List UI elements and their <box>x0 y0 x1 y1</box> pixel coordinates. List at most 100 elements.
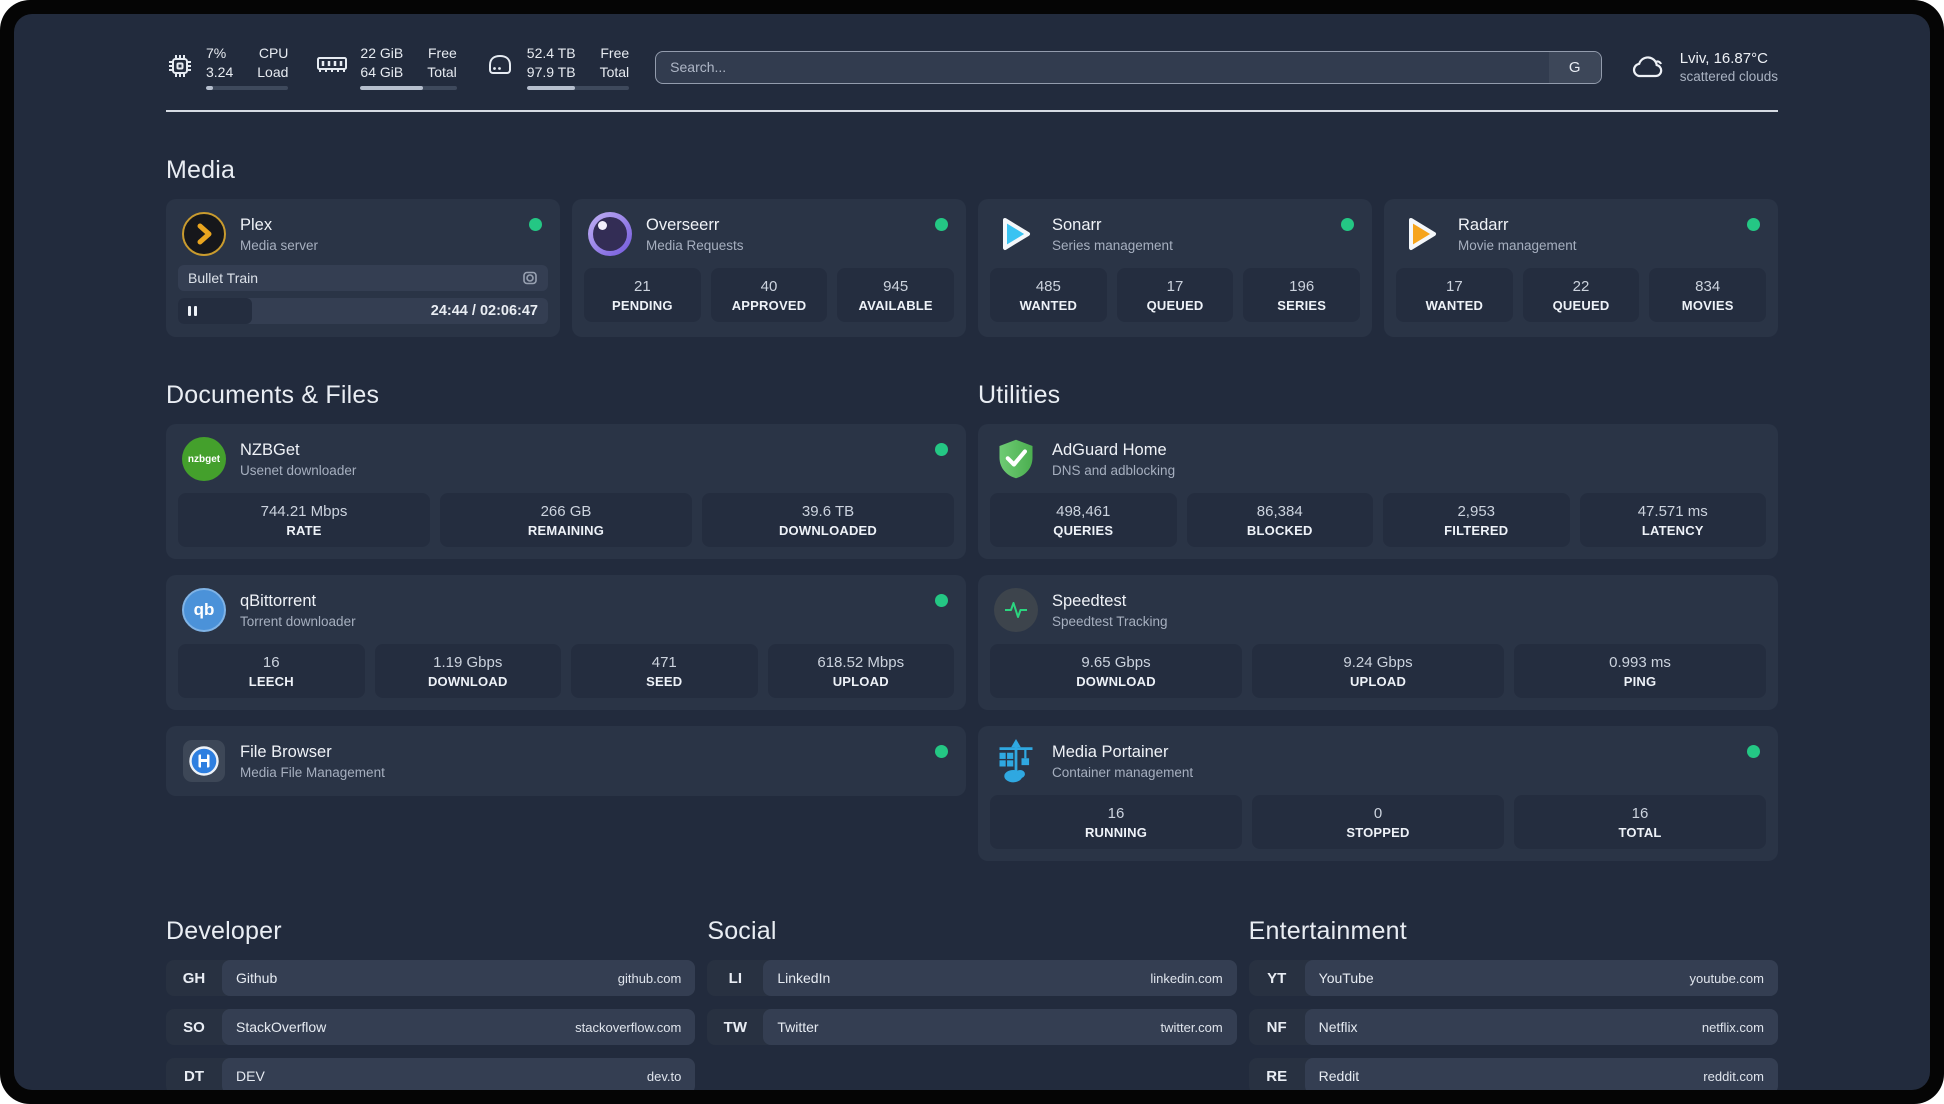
bookmark-url: dev.to <box>646 1068 682 1084</box>
cpu-progress-bar <box>206 85 289 90</box>
bookmark-tag: YT <box>1267 969 1287 987</box>
section-title-utilities: Utilities <box>978 381 1061 409</box>
bookmark-github[interactable]: GH Github github.com <box>166 960 696 996</box>
overseerr-subtitle: Media Requests <box>646 237 744 253</box>
bookmark-tag: SO <box>183 1018 205 1036</box>
stat-queued: 22 QUEUED <box>1522 268 1640 322</box>
adguard-title: AdGuard Home <box>1052 440 1167 459</box>
cpu-icon <box>166 52 194 80</box>
nzbget-subtitle: Usenet downloader <box>240 462 357 478</box>
overseerr-status-dot <box>935 218 948 231</box>
bookmark-name: Github <box>236 970 278 986</box>
stat-series: 196 SERIES <box>1243 268 1361 322</box>
bookmark-column-developer: Developer GH Github github.com SO StackOv… <box>166 875 696 1090</box>
bookmark-stackoverflow[interactable]: SO StackOverflow stackoverflow.com <box>166 1009 696 1045</box>
speedtest-card[interactable]: Speedtest Speedtest Tracking 9.65 Gbps DO… <box>978 575 1778 710</box>
bookmark-tag: GH <box>182 969 206 987</box>
bookmark-url: netflix.com <box>1701 1019 1764 1035</box>
camera-icon[interactable] <box>522 270 538 286</box>
plex-status-dot <box>529 218 542 231</box>
bookmark-youtube[interactable]: YT YouTube youtube.com <box>1248 960 1778 996</box>
speedtest-icon <box>994 588 1038 632</box>
disk-icon <box>485 52 515 78</box>
qbittorrent-card[interactable]: qb qBittorrent Torrent downloader 16 LEEC… <box>166 575 966 710</box>
bookmark-url: github.com <box>617 970 682 986</box>
top-bar: 7% 3.24 CPU Load 22 GiB 64 GiB Free Tota… <box>166 38 1778 96</box>
plex-card[interactable]: Plex Media server Bullet Train 24:44 / 0… <box>166 199 560 337</box>
radarr-title: Radarr <box>1458 215 1509 234</box>
ram-labels: Free Total <box>427 45 457 80</box>
ram-progress-bar <box>360 85 457 90</box>
plex-icon <box>182 212 226 256</box>
stat-remaining: 266 GB REMAINING <box>440 493 692 547</box>
stat-running: 16 RUNNING <box>990 795 1242 849</box>
filebrowser-status-dot <box>935 745 948 758</box>
bookmark-reddit[interactable]: RE Reddit reddit.com <box>1248 1058 1778 1090</box>
overseerr-title: Overseerr <box>646 215 720 234</box>
bookmark-dev[interactable]: DT DEV dev.to <box>166 1058 696 1090</box>
media-card-row: Plex Media server Bullet Train 24:44 / 0… <box>166 199 1778 337</box>
filebrowser-icon <box>182 739 226 783</box>
weather-widget: Lviv, 16.87°C scattered clouds <box>1628 50 1778 84</box>
disk-values: 52.4 TB 97.9 TB <box>526 45 576 80</box>
bookmark-twitter[interactable]: TW Twitter twitter.com <box>707 1009 1237 1045</box>
stat-upload: 618.52 Mbps UPLOAD <box>767 644 954 698</box>
qbittorrent-icon: qb <box>182 588 226 632</box>
cpu-stat-group: 7% 3.24 CPU Load <box>166 44 289 90</box>
sonarr-subtitle: Series management <box>1052 237 1173 253</box>
portainer-subtitle: Container management <box>1052 764 1194 780</box>
stat-download: 1.19 Gbps DOWNLOAD <box>374 644 561 698</box>
bookmark-netflix[interactable]: NF Netflix netflix.com <box>1248 1009 1778 1045</box>
plex-seek-played <box>178 298 252 324</box>
stat-upload: 9.24 Gbps UPLOAD <box>1252 644 1504 698</box>
search-input[interactable] <box>656 51 1549 83</box>
nzbget-title: NZBGet <box>240 440 300 459</box>
search-bar: G <box>655 50 1602 84</box>
qbittorrent-subtitle: Torrent downloader <box>240 613 356 629</box>
pause-icon[interactable] <box>188 306 197 316</box>
bookmark-linkedin[interactable]: LI LinkedIn linkedin.com <box>707 960 1237 996</box>
sonarr-card[interactable]: Sonarr Series management 485 WANTED 17 QUE… <box>978 199 1372 337</box>
stat-latency: 47.571 ms LATENCY <box>1579 493 1766 547</box>
filebrowser-title: File Browser <box>240 742 332 761</box>
radarr-subtitle: Movie management <box>1458 237 1577 253</box>
disk-stat-group: 52.4 TB 97.9 TB Free Total <box>485 44 630 90</box>
search-engine-button[interactable]: G <box>1548 51 1601 83</box>
overseerr-icon <box>588 212 632 256</box>
overseerr-card[interactable]: Overseerr Media Requests 21 PENDING 40 APP… <box>572 199 966 337</box>
header-divider <box>166 110 1778 112</box>
plex-seek-bar[interactable]: 24:44 / 02:06:47 <box>178 298 548 324</box>
bookmark-tag: NF <box>1266 1018 1287 1036</box>
qbittorrent-status-dot <box>935 594 948 607</box>
bookmark-name: Reddit <box>1318 1068 1360 1084</box>
cpu-values: 7% 3.24 <box>206 45 234 80</box>
stat-ping: 0.993 ms PING <box>1514 644 1766 698</box>
stat-movies: 834 MOVIES <box>1649 268 1767 322</box>
filebrowser-card[interactable]: File Browser Media File Management <box>166 726 966 796</box>
nzbget-card[interactable]: nzbget NZBGet Usenet downloader 744.21 M… <box>166 424 966 559</box>
stat-total: 16 TOTAL <box>1514 795 1766 849</box>
stat-downloaded: 39.6 TB DOWNLOADED <box>702 493 954 547</box>
cloud-icon <box>1628 52 1668 82</box>
stat-seed: 471 SEED <box>571 644 758 698</box>
sonarr-status-dot <box>1341 218 1354 231</box>
bookmark-name: YouTube <box>1318 970 1374 986</box>
bookmark-name: DEV <box>236 1068 265 1084</box>
sonarr-title: Sonarr <box>1052 215 1102 234</box>
portainer-status-dot <box>1747 745 1760 758</box>
section-title-media: Media <box>166 156 236 184</box>
adguard-card[interactable]: AdGuard Home DNS and adblocking 498,461 Q… <box>978 424 1778 559</box>
bookmark-url: youtube.com <box>1689 970 1764 986</box>
stat-rate: 744.21 Mbps RATE <box>178 493 430 547</box>
plex-title: Plex <box>240 215 273 234</box>
filebrowser-subtitle: Media File Management <box>240 764 385 780</box>
section-title-entertainment: Entertainment <box>1248 917 1407 945</box>
radarr-card[interactable]: Radarr Movie management 17 WANTED 22 QUEUE… <box>1384 199 1778 337</box>
portainer-card[interactable]: Media Portainer Container management 16 R… <box>978 726 1778 861</box>
nzbget-status-dot <box>935 443 948 456</box>
bookmark-column-entertainment: Entertainment YT YouTube youtube.com NF N… <box>1248 875 1778 1090</box>
ram-icon <box>316 52 348 78</box>
bookmark-sections: Developer GH Github github.com SO StackOv… <box>166 875 1778 1090</box>
adguard-icon <box>994 437 1038 481</box>
speedtest-subtitle: Speedtest Tracking <box>1052 613 1168 629</box>
